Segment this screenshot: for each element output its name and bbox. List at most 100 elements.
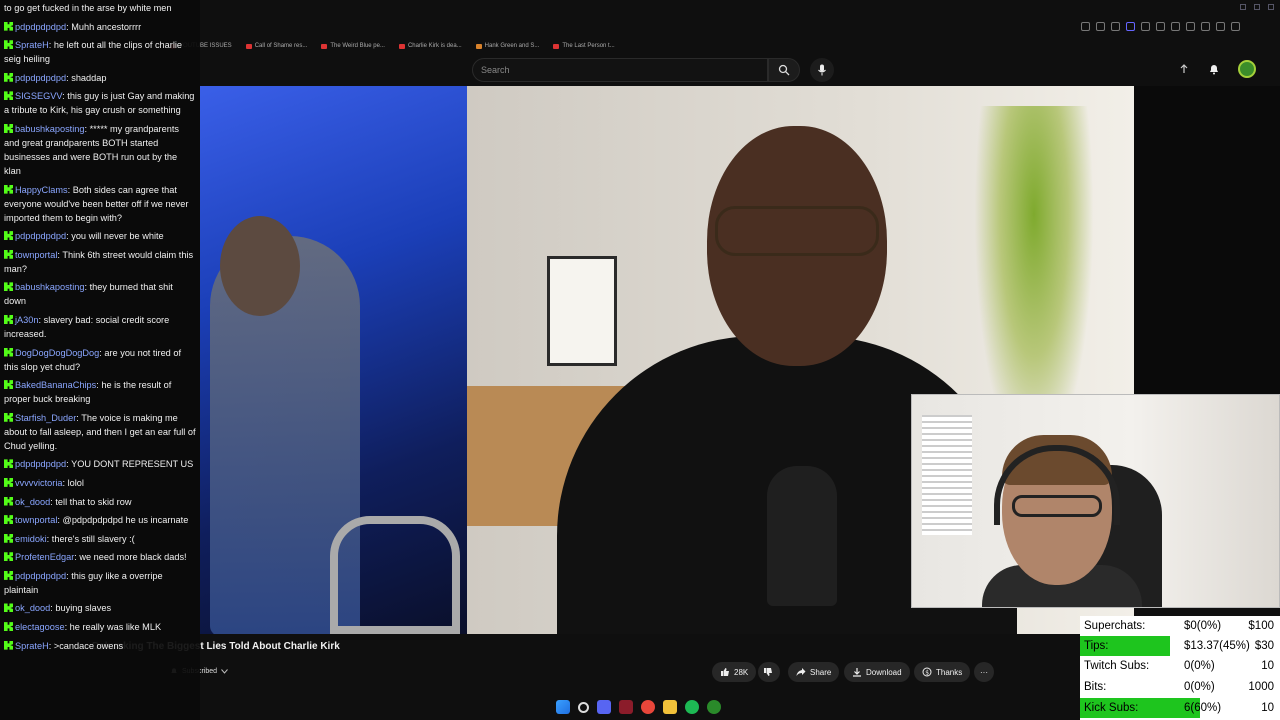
bookmark-item[interactable]: The Weird Blue pe... [321,40,385,52]
chat-username[interactable]: townportal [15,515,57,525]
chat-username[interactable]: DogDogDogDogDog [15,348,99,358]
chat-text: to go get fucked in the arse by white me… [4,3,172,13]
like-button[interactable]: 28K [712,662,757,682]
extension-icon[interactable] [1201,22,1210,31]
xbox-icon[interactable] [707,700,721,714]
chat-username[interactable]: babushkaposting [15,282,84,292]
bookmark-item[interactable]: The Last Person t... [553,40,615,52]
chat-username[interactable]: pdpdpdpdpd [15,459,66,469]
thumbs-down-icon [764,668,772,676]
chat-username[interactable]: vvvvvictoria [15,478,62,488]
youtube-favicon-icon [553,43,560,49]
chat-message: SprateH: >candace owens [4,639,196,653]
youtube-favicon-icon [321,43,328,49]
streamer-glasses [1012,495,1102,517]
share-button[interactable]: Share [788,662,840,682]
dislike-button[interactable] [758,662,780,682]
search-icon[interactable] [578,701,589,713]
download-icon[interactable] [1216,22,1225,31]
folder-icon[interactable] [663,700,677,714]
chat-username[interactable]: townportal [15,250,57,260]
bell-icon[interactable] [1208,63,1220,75]
extensions-bar [1081,22,1240,31]
chat-message: townportal: Think 6th street would claim… [4,249,194,274]
seated-person-head [220,216,300,316]
extension-icon[interactable] [1111,22,1120,31]
chat-message: vvvvvictoria: lolol [4,476,196,490]
chat-overlay: to go get fucked in the arse by white me… [0,0,200,720]
bookmark-item[interactable]: Call of Shame res... [245,40,307,52]
chat-text: buying slaves [55,603,112,614]
goal-label: Kick Subs: [1084,702,1139,714]
download-button[interactable]: Download [844,662,910,682]
chat-username[interactable]: SIGSEGVV [15,91,62,101]
chat-message: babushkaposting: they burned that shit d… [4,282,173,307]
kick-badge-icon [4,72,13,82]
donation-goals-panel: Superchats: $0(0%) $100 Tips: $13.37(45%) $30… [1080,616,1280,720]
search-button[interactable] [768,58,800,82]
goal-target: 1000 [1248,681,1274,693]
chat-username[interactable]: pdpdpdpdpd [15,571,66,581]
chat-message: emidoki: there's still slavery :( [4,532,196,546]
chat-username[interactable]: ProfetenEdgar [15,552,74,562]
chat-username[interactable]: Starfish_Duder [15,413,76,423]
goal-target: $100 [1248,620,1274,632]
minimize-icon[interactable] [1240,4,1246,10]
youtube-favicon-icon [245,43,252,49]
chat-message: townportal: @pdpdpdpdpd he us incarnate [4,513,196,527]
chat-text: lolol [67,477,84,488]
zoom-icon[interactable] [1081,22,1090,31]
kick-badge-icon [4,477,13,487]
chat-text: we need more black dads! [79,552,187,563]
share-icon [796,668,806,676]
search-input[interactable]: Search [472,58,768,82]
chat-username[interactable]: pdpdpdpdpd [15,231,66,241]
chat-message: pdpdpdpdpd: YOU DONT REPRESENT US [4,457,196,471]
chat-username[interactable]: HappyClams [15,185,68,195]
chat-username[interactable]: electagoose [15,622,65,632]
chat-username[interactable]: ok_dood [15,497,50,507]
more-actions-button[interactable]: ··· [974,662,994,682]
chat-username[interactable]: ok_dood [15,603,50,613]
chat-message: SIGSEGVV: this guy is just Gay and makin… [4,91,195,116]
thanks-button[interactable]: $ Thanks [914,662,971,682]
chat-username[interactable]: babushkaposting [15,124,84,134]
spotify-icon[interactable] [685,700,699,714]
windows-start-icon[interactable] [556,700,570,714]
chat-text: he really was like MLK [69,622,162,633]
voice-search-button[interactable] [810,58,834,82]
chat-username[interactable]: emidoki [15,534,47,544]
avatar[interactable] [1238,60,1256,78]
chat-username[interactable]: SprateH [15,641,49,651]
extension-icon[interactable] [1096,22,1105,31]
goal-value: 0(0%) [1184,681,1215,693]
shield-icon[interactable] [1126,22,1135,31]
sound-icon[interactable] [1186,22,1195,31]
kick-badge-icon [4,21,13,31]
chat-text: there's still slavery :( [51,533,135,544]
browser-icon[interactable] [641,700,655,714]
chat-username[interactable]: pdpdpdpdpd [15,22,66,32]
goal-label: Superchats: [1084,620,1146,632]
upload-icon[interactable] [1178,63,1190,75]
kick-badge-icon [4,91,13,101]
maximize-icon[interactable] [1254,4,1260,10]
play-icon[interactable] [1156,22,1165,31]
chair [330,516,460,634]
close-icon[interactable] [1268,4,1274,10]
app-icon[interactable] [619,700,633,714]
kick-badge-icon [4,533,13,543]
bookmark-item[interactable]: Charlie Kirk is dea... [398,40,462,52]
chat-username[interactable]: BakedBananaChips [15,380,96,390]
chat-username[interactable]: SprateH [15,40,49,50]
discord-icon[interactable] [597,700,611,714]
bookmark-item[interactable]: Hank Green and S... [475,40,539,52]
chat-username[interactable]: pdpdpdpdpd [15,73,66,83]
extension-icon[interactable] [1141,22,1150,31]
chat-message: jA30n: slavery bad: social credit score … [4,314,170,339]
heart-icon[interactable] [1171,22,1180,31]
chat-username[interactable]: jA30n [15,315,39,325]
goal-label: Bits: [1084,681,1107,693]
window-controls [1240,4,1274,10]
extension-icon[interactable] [1231,22,1240,31]
